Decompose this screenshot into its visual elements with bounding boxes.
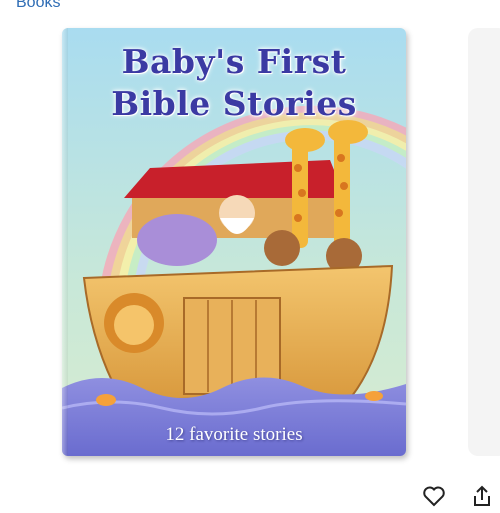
book-title-line2: Bible Stories [111, 84, 357, 123]
book-subtitle: 12 favorite stories [165, 424, 303, 445]
product-image[interactable]: Baby's First Bible Stories 12 favorite s… [62, 28, 406, 456]
category-link[interactable]: Books [16, 0, 60, 12]
heart-icon[interactable] [422, 484, 446, 508]
book-title-line1: Baby's First [121, 42, 347, 81]
next-image-card[interactable] [468, 28, 500, 456]
share-icon[interactable] [470, 484, 494, 508]
action-icons [422, 484, 494, 508]
